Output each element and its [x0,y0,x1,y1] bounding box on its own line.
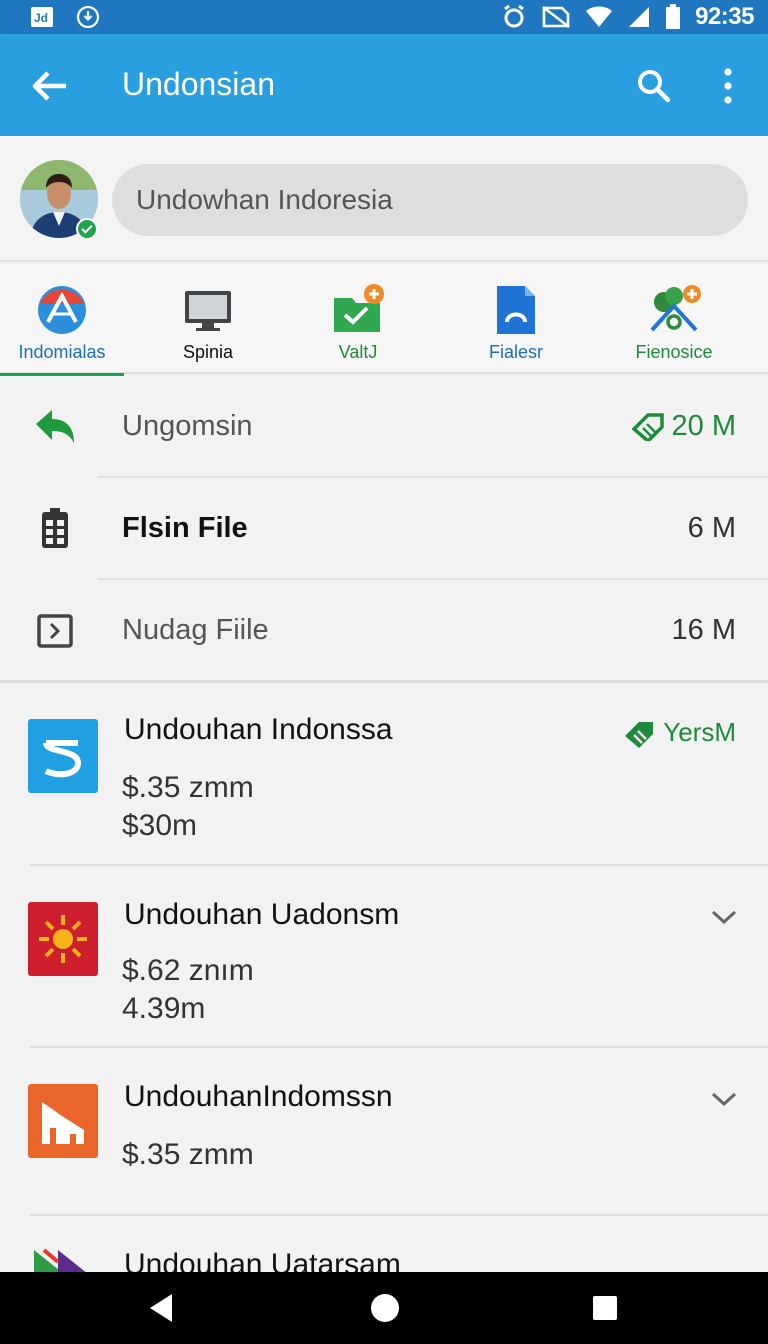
media-icon: Jd [31,7,53,27]
tab-label: Fialesr [488,342,543,362]
app-price: $.35 zmm [122,771,254,804]
folder-check-icon [334,284,384,332]
file-name: Ungomsin [122,410,253,442]
status-bar: Jd 92:35 [0,0,768,34]
app-size: 4.39m [122,992,206,1025]
file-row[interactable]: Flsin File 6 M [0,478,768,580]
alarm-icon [504,4,525,28]
home-nav-icon[interactable] [365,1288,405,1328]
search-input[interactable]: Undowhan Indoresia [112,164,748,236]
battery-icon [666,4,681,29]
list-item[interactable]: UndouhanIndomssn $.35 zmm [0,1048,768,1216]
app-price: $.35 zmm [122,1138,254,1171]
file-name: Nudag Fiile [122,614,269,646]
chevron-down-icon[interactable] [710,1090,738,1108]
file-name: Flsin File [122,512,248,544]
page-title: Undonsian [122,66,275,102]
signal-icon [629,7,650,27]
no-sim-icon [542,5,570,29]
building-logo-icon [28,1084,98,1158]
verified-check-icon [76,218,98,240]
system-nav-bar [0,1272,768,1344]
app-name: Undouhan Uatarsam [124,1248,401,1272]
app-size: $30m [122,809,198,842]
list-item[interactable]: Undouhan Uadonsm $.62 znım 4.39m [0,866,768,1048]
file-row[interactable]: Nudag Fiile 16 M [0,580,768,682]
tab-fienosice[interactable]: Fienosice [612,264,736,374]
share-arrow-icon [36,410,74,443]
tab-indomialas[interactable]: Indomialas [0,264,124,376]
app-price: $.62 znım [122,954,254,987]
calendar-grid-icon [42,508,68,548]
status-clock: 92:35 [695,3,754,30]
file-size: 6 M [687,512,736,544]
app-name: Undouhan Indonssa [124,713,393,746]
app-name: UndouhanIndomssn [124,1080,393,1113]
s-logo-icon [28,719,98,793]
browser-icon [38,286,86,334]
tab-spinia[interactable]: Spinia [146,264,270,374]
app-tag: YersM [623,717,736,749]
home-tree-icon [650,285,701,332]
sun-logo-icon [28,902,98,976]
tab-label: ValtJ [338,342,378,362]
category-tabs: Indomialas Spinia ValtJ Fialesr Fienosic… [0,264,768,376]
svg-text:Jd: Jd [34,11,48,25]
tab-fialesr[interactable]: Fialesr [454,264,578,374]
more-vert-icon[interactable] [710,64,746,108]
tag-icon [625,722,654,749]
tab-valtj[interactable]: ValtJ [296,264,420,374]
document-icon [497,286,535,334]
tab-label: Fienosice [635,342,713,362]
wifi-icon [586,6,613,27]
app-tag-label: YersM [663,717,736,747]
file-row[interactable]: Ungomsin 20 M [0,376,768,478]
recents-nav-icon[interactable] [585,1288,625,1328]
app-name: Undouhan Uadonsm [124,898,400,931]
list-item[interactable]: Undouhan Indonssa YersM $.35 zmm $30m [0,683,768,866]
back-arrow-icon[interactable] [28,64,72,108]
download-icon [76,5,100,29]
flag-logo-icon [28,1248,98,1272]
tab-label: Indomialas [18,342,106,362]
search-icon[interactable] [634,66,674,106]
monitor-icon [185,291,231,331]
terminal-box-icon [37,614,73,648]
account-row: Undowhan Indoresia [0,136,768,262]
chevron-down-icon[interactable] [710,908,738,926]
tab-label: Spinia [182,342,234,362]
file-size-value: 20 M [671,410,736,442]
app-bar: Undonsian [0,34,768,136]
tag-icon [631,413,664,442]
file-size: 20 M [631,410,736,443]
list-item[interactable]: Undouhan Uatarsam [0,1216,768,1272]
back-nav-icon[interactable] [142,1288,182,1328]
file-size: 16 M [671,614,736,646]
